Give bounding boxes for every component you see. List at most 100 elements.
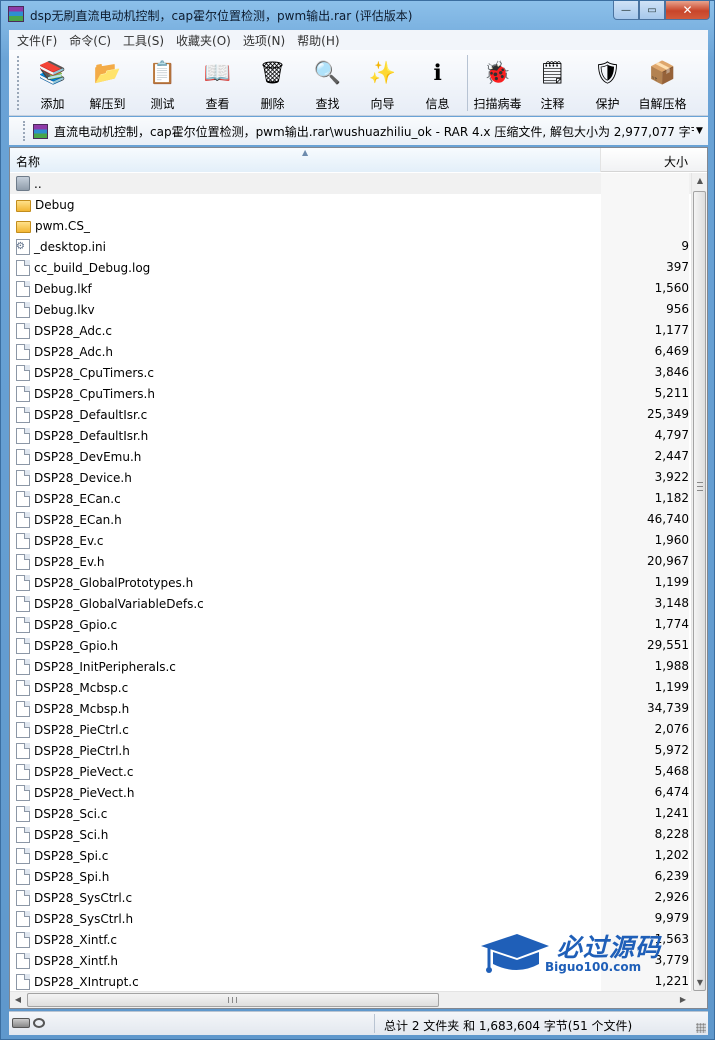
file-row[interactable]: DSP28_Ev.h 20,967 (10, 551, 691, 572)
file-row[interactable]: DSP28_XIntrupt.c 1,221 (10, 971, 691, 992)
file-row[interactable]: DSP28_Mcbsp.h 34,739 (10, 698, 691, 719)
file-row[interactable]: DSP28_ECan.c 1,182 (10, 488, 691, 509)
file-row[interactable]: .. (10, 173, 691, 194)
comment-icon: 🗒 (538, 60, 567, 86)
toolbar-button-1[interactable]: 📂 解压到 (80, 50, 135, 115)
file-row[interactable]: DSP28_Spi.h 6,239 (10, 866, 691, 887)
status-bar: 总计 2 文件夹 和 1,683,604 字节(51 个文件) (9, 1011, 708, 1035)
file-row[interactable]: Debug.lkv 956 (10, 299, 691, 320)
file-row[interactable]: DSP28_DefaultIsr.h 4,797 (10, 425, 691, 446)
file-row[interactable]: cc_build_Debug.log 397 (10, 257, 691, 278)
status-icons (12, 1018, 45, 1028)
file-row[interactable]: DSP28_Sci.c 1,241 (10, 803, 691, 824)
toolbar-button-7[interactable]: ℹ 信息 (410, 50, 465, 115)
toolbar-button-3[interactable]: 📖 查看 (190, 50, 245, 115)
file-row[interactable]: DSP28_Sci.h 8,228 (10, 824, 691, 845)
file-name-cell: DSP28_SysCtrl.h (10, 908, 601, 929)
file-row[interactable]: _desktop.ini 9 (10, 236, 691, 257)
file-row[interactable]: DSP28_Spi.c 1,202 (10, 845, 691, 866)
file-row[interactable]: DSP28_Mcbsp.c 1,199 (10, 677, 691, 698)
file-name: DSP28_Spi.c (34, 848, 109, 863)
file-row[interactable]: DSP28_CpuTimers.h 5,211 (10, 383, 691, 404)
file-row[interactable]: DSP28_Adc.h 6,469 (10, 341, 691, 362)
menu-item-5[interactable]: 帮助(H) (291, 32, 345, 49)
toolbar-button-9[interactable]: 🗒 注释 (525, 50, 580, 115)
toolbar-grip[interactable] (17, 56, 21, 110)
toolbar-button-10[interactable]: 🛡 保护 (580, 50, 635, 115)
address-grip[interactable] (23, 121, 27, 141)
folder-extract-icon: 📂 (93, 60, 122, 86)
file-row[interactable]: Debug.lkf 1,560 (10, 278, 691, 299)
file-name-cell: DSP28_Mcbsp.c (10, 677, 601, 698)
menu-item-2[interactable]: 工具(S) (117, 32, 170, 49)
file-size (601, 215, 689, 236)
file-row[interactable]: DSP28_CpuTimers.c 3,846 (10, 362, 691, 383)
file-icon (16, 553, 30, 570)
file-row[interactable]: DSP28_Xintf.c 1,563 (10, 929, 691, 950)
file-row[interactable]: Debug (10, 194, 691, 215)
toolbar-label: 查看 (205, 97, 230, 111)
file-row[interactable]: pwm.CS_ (10, 215, 691, 236)
scroll-up-icon[interactable]: ▲ (692, 173, 707, 189)
file-row[interactable]: DSP28_GlobalVariableDefs.c 3,148 (10, 593, 691, 614)
file-row[interactable]: DSP28_DefaultIsr.c 25,349 (10, 404, 691, 425)
drive-icon[interactable] (12, 1018, 30, 1028)
file-row[interactable]: DSP28_Ev.c 1,960 (10, 530, 691, 551)
file-row[interactable]: DSP28_PieCtrl.h 5,972 (10, 740, 691, 761)
menu-item-1[interactable]: 命令(C) (63, 32, 117, 49)
file-name: DSP28_Device.h (34, 470, 132, 485)
scroll-left-icon[interactable]: ◀ (10, 992, 26, 1008)
file-row[interactable]: DSP28_Gpio.h 29,551 (10, 635, 691, 656)
file-icon (16, 658, 30, 675)
file-row[interactable]: DSP28_Adc.c 1,177 (10, 320, 691, 341)
file-row[interactable]: DSP28_Device.h 3,922 (10, 467, 691, 488)
file-row[interactable]: DSP28_SysCtrl.h 9,979 (10, 908, 691, 929)
toolbar-button-0[interactable]: 📚 添加 (25, 50, 80, 115)
toolbar-label: 保护 (595, 97, 620, 111)
vertical-scrollbar[interactable]: ▲ ▼ (691, 173, 707, 991)
menu-item-0[interactable]: 文件(F) (11, 32, 63, 49)
scroll-down-icon[interactable]: ▼ (692, 975, 707, 991)
file-size: 956 (601, 299, 689, 320)
file-row[interactable]: DSP28_PieCtrl.c 2,076 (10, 719, 691, 740)
resize-grip-icon[interactable] (696, 1023, 706, 1033)
column-header-name[interactable]: 名称 ▲ (10, 148, 601, 172)
toolbar-button-8[interactable]: 🐞 扫描病毒 (470, 50, 525, 115)
toolbar-button-5[interactable]: 🔍 查找 (300, 50, 355, 115)
file-row[interactable]: DSP28_PieVect.c 5,468 (10, 761, 691, 782)
toolbar-button-4[interactable]: 🗑 删除 (245, 50, 300, 115)
chevron-down-icon[interactable]: ▼ (696, 126, 703, 136)
file-row[interactable]: DSP28_InitPeripherals.c 1,988 (10, 656, 691, 677)
books-add-icon: 📚 (38, 60, 67, 86)
close-button[interactable]: ✕ (665, 1, 710, 20)
winrar-app-icon[interactable] (8, 6, 24, 22)
key-icon[interactable] (33, 1018, 45, 1028)
menu-item-3[interactable]: 收藏夹(O) (170, 32, 237, 49)
toolbar-button-11[interactable]: 📦 自解压格 (635, 50, 690, 115)
scroll-right-icon[interactable]: ▶ (675, 992, 691, 1008)
maximize-button[interactable]: ▭ (639, 1, 665, 20)
file-name: DSP28_PieVect.h (34, 785, 135, 800)
file-name-cell: DSP28_Sci.h (10, 824, 601, 845)
vertical-scroll-thumb[interactable] (693, 191, 706, 991)
menu-item-4[interactable]: 选项(N) (237, 32, 291, 49)
column-header-size[interactable]: 大小 (602, 148, 694, 172)
minimize-button[interactable]: — (613, 1, 639, 20)
toolbar-button-6[interactable]: ✨ 向导 (355, 50, 410, 115)
file-row[interactable]: DSP28_DevEmu.h 2,447 (10, 446, 691, 467)
horizontal-scroll-thumb[interactable] (27, 993, 439, 1007)
file-row[interactable]: DSP28_ECan.h 46,740 (10, 509, 691, 530)
file-icon (16, 847, 30, 864)
toolbar-button-2[interactable]: 📋 测试 (135, 50, 190, 115)
file-row[interactable]: DSP28_PieVect.h 6,474 (10, 782, 691, 803)
file-row[interactable]: DSP28_Gpio.c 1,774 (10, 614, 691, 635)
horizontal-scrollbar[interactable]: ◀ ▶ (10, 991, 691, 1008)
file-row[interactable]: DSP28_Xintf.h 3,779 (10, 950, 691, 971)
file-size: 46,740 (601, 509, 689, 530)
file-size: 1,177 (601, 320, 689, 341)
file-row[interactable]: DSP28_GlobalPrototypes.h 1,199 (10, 572, 691, 593)
file-name: DSP28_PieCtrl.h (34, 743, 130, 758)
archive-path[interactable]: 直流电动机控制，cap霍尔位置检测，pwm输出.rar\wushuazhiliu… (54, 123, 694, 140)
title-bar[interactable]: dsp无刷直流电动机控制，cap霍尔位置检测，pwm输出.rar (评估版本) … (1, 1, 715, 29)
file-row[interactable]: DSP28_SysCtrl.c 2,926 (10, 887, 691, 908)
